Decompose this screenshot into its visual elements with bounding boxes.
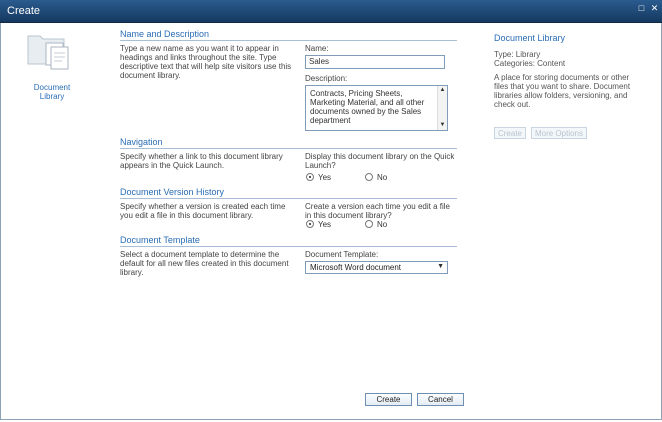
section-description-version-history: Specify whether a version is created eac… bbox=[120, 202, 286, 220]
section-divider bbox=[120, 198, 457, 199]
side-create-button[interactable]: Create bbox=[494, 127, 526, 139]
section-divider bbox=[120, 40, 457, 41]
description-textarea[interactable]: Contracts, Pricing Sheets, Marketing Mat… bbox=[305, 85, 448, 131]
section-description-navigation: Specify whether a link to this document … bbox=[120, 152, 283, 170]
close-icon[interactable]: ✕ bbox=[650, 4, 659, 13]
section-title-version-history: Document Version History bbox=[120, 187, 225, 197]
create-button[interactable]: Create bbox=[365, 393, 412, 406]
name-label: Name: bbox=[305, 44, 329, 53]
document-template-value: Microsoft Word document bbox=[310, 263, 401, 272]
section-description-document-template: Select a document template to determine … bbox=[120, 250, 289, 277]
quick-launch-question: Display this document library on the Qui… bbox=[305, 152, 455, 170]
versioning-question: Create a version each time you edit a fi… bbox=[305, 202, 450, 220]
scroll-down-icon[interactable]: ▼ bbox=[439, 122, 446, 129]
section-title-navigation: Navigation bbox=[120, 137, 163, 147]
quick-launch-yes-radio[interactable] bbox=[306, 173, 314, 181]
chevron-down-icon[interactable]: ▼ bbox=[437, 263, 444, 270]
side-panel-type: Type: Library bbox=[494, 50, 541, 59]
versioning-yes-label[interactable]: Yes bbox=[318, 220, 331, 229]
document-template-select[interactable]: Microsoft Word document ▼ bbox=[305, 261, 448, 274]
versioning-yes-radio[interactable] bbox=[306, 220, 314, 228]
document-template-label: Document Template: bbox=[305, 250, 379, 259]
dialog-title: Create bbox=[7, 5, 41, 17]
description-text: Contracts, Pricing Sheets, Marketing Mat… bbox=[310, 89, 425, 125]
section-title-document-template: Document Template bbox=[120, 235, 200, 245]
cancel-button[interactable]: Cancel bbox=[417, 393, 464, 406]
description-label: Description: bbox=[305, 74, 348, 83]
document-library-icon[interactable] bbox=[26, 30, 70, 70]
description-scrollbar[interactable]: ▲ ▼ bbox=[437, 86, 447, 130]
section-description-name: Type a new name as you want it to appear… bbox=[120, 44, 292, 80]
scroll-up-icon[interactable]: ▲ bbox=[439, 87, 446, 94]
versioning-no-radio[interactable] bbox=[365, 220, 373, 228]
section-title-name: Name and Description bbox=[120, 29, 210, 39]
section-divider bbox=[120, 246, 457, 247]
versioning-no-label[interactable]: No bbox=[377, 220, 387, 229]
side-panel-categories: Categories: Content bbox=[494, 59, 566, 68]
maximize-icon[interactable]: □ bbox=[637, 4, 646, 13]
side-panel-title: Document Library bbox=[494, 33, 566, 43]
side-panel-description: A place for storing documents or other f… bbox=[494, 73, 631, 109]
dialog-title-bar: Create □ ✕ bbox=[0, 0, 662, 23]
name-input[interactable]: Sales bbox=[305, 55, 445, 69]
quick-launch-no-label[interactable]: No bbox=[377, 173, 387, 182]
quick-launch-yes-label[interactable]: Yes bbox=[318, 173, 331, 182]
section-divider bbox=[120, 148, 457, 149]
template-label[interactable]: Document Library bbox=[22, 83, 82, 101]
more-options-button[interactable]: More Options bbox=[531, 127, 587, 139]
quick-launch-no-radio[interactable] bbox=[365, 173, 373, 181]
